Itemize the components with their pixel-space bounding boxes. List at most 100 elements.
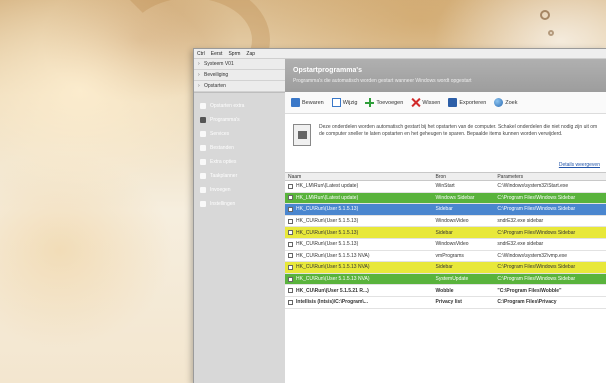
row-name: HK_CU\Run\(User 5.1.5.13 NVA) <box>296 252 370 259</box>
row-name: HK_CU\Run\(User 5.1.5.13) <box>296 229 359 236</box>
search-web-button[interactable]: Zoek <box>494 98 517 107</box>
row-checkbox[interactable] <box>288 206 293 212</box>
delete-button[interactable]: Wissen <box>411 98 440 107</box>
row-checkbox[interactable] <box>288 230 293 236</box>
row-checkbox[interactable] <box>288 183 293 189</box>
menu-item-help[interactable]: Zap <box>246 51 255 57</box>
row-checkbox[interactable] <box>288 218 293 224</box>
row-checkbox[interactable] <box>288 195 293 201</box>
info-section: Deze onderdelen worden automatisch gesta… <box>285 114 606 172</box>
sidebar-item-task-scheduler[interactable]: Taakplanner <box>194 169 285 183</box>
export-button[interactable]: Exporteren <box>448 98 486 107</box>
row-checkbox[interactable] <box>288 276 293 282</box>
sidebar-nav-security[interactable]: › Beveiliging <box>194 70 285 81</box>
row-checkbox[interactable] <box>288 241 293 247</box>
details-link[interactable]: Details weergeven <box>559 162 600 168</box>
row-source: WindowsVideo <box>435 241 469 248</box>
row-name: HK_LM\Run\(Latest update) <box>296 194 359 201</box>
background-ring-small <box>548 30 554 36</box>
table-row[interactable]: HK_CU\Run\(User 5.1.5.13) WindowsVideo snd… <box>285 216 606 228</box>
row-parameters: C:\Program Files\Privacy <box>497 299 557 306</box>
toolbar: Bewaren Wijzig Toevoegen Wissen Exporter… <box>285 92 606 114</box>
sidebar-item-startup-extra[interactable]: Opstarten extra <box>194 99 285 113</box>
settings-icon <box>200 201 206 207</box>
table-row[interactable]: Intellisis (Intsis)\C:\Program\... Privac… <box>285 297 606 309</box>
row-name-cell: HK_CU\Run\(User 5.1.5.13) <box>285 206 433 212</box>
files-icon <box>200 145 206 151</box>
row-name-cell: HK_CU\Run\(User 5.1.5.13 NVA) <box>285 276 433 282</box>
table-row[interactable]: HK_CU\Run\(User 5.1.5.13 NVA) vmPrograms C… <box>285 251 606 263</box>
plus-icon <box>365 98 375 107</box>
edit-button[interactable]: Wijzig <box>331 98 358 107</box>
row-source: Sidebar <box>435 264 453 271</box>
row-name: HK_LM\Run\(Latest update) <box>296 183 359 190</box>
row-name-cell: HK_CU\Run\(User 5.1.5.21 R...) <box>285 288 433 294</box>
export-icon <box>448 98 458 107</box>
table-row[interactable]: HK_CU\Run\(User 5.1.5.21 R...) Wobble "C:\… <box>285 285 606 297</box>
row-checkbox[interactable] <box>288 253 293 259</box>
scheduler-icon <box>200 173 206 179</box>
row-source: Sidebar <box>435 206 453 213</box>
sidebar-item-insert[interactable]: Invoegen <box>194 183 285 197</box>
row-source: WindowsVideo <box>435 218 469 225</box>
table-row[interactable]: HK_CU\Run\(User 5.1.5.13 NVA) SystemUpdat… <box>285 273 606 286</box>
startup-icon <box>200 103 206 109</box>
sidebar-item-services[interactable]: Services <box>194 127 285 141</box>
sidebar-item-label: Bestanden <box>210 145 234 151</box>
table-row[interactable]: HK_CU\Run\(User 5.1.5.13) WindowsVideo snd… <box>285 239 606 251</box>
services-icon <box>200 131 206 137</box>
column-header-source[interactable]: Bron <box>433 174 495 180</box>
sidebar-item-label: Services <box>210 131 230 137</box>
save-button[interactable]: Bewaren <box>291 98 324 107</box>
add-button[interactable]: Toevoegen <box>365 98 403 107</box>
row-name: Intellisis (Intsis)\C:\Program\... <box>296 299 368 306</box>
sidebar-nav-label: Opstarten <box>204 83 226 89</box>
row-source: vmPrograms <box>435 252 464 259</box>
programs-icon <box>200 117 206 123</box>
options-icon <box>200 159 206 165</box>
table-row[interactable]: HK_CU\Run\(User 5.1.5.13) Sidebar C:\Progr… <box>285 204 606 216</box>
row-parameters: C:\Program Files\Windows Sidebar <box>497 264 576 271</box>
page-title: Opstartprogramma's <box>293 67 362 74</box>
row-parameters: C:\Program Files\Windows Sidebar <box>497 229 576 236</box>
delete-icon <box>411 98 420 107</box>
row-checkbox[interactable] <box>288 288 293 294</box>
menu-item-edit[interactable]: Eerst <box>211 51 223 57</box>
sidebar-nav-startup[interactable]: › Opstarten <box>194 81 285 92</box>
sidebar-item-settings[interactable]: Instellingen <box>194 197 285 211</box>
column-header-parameters[interactable]: Parameters <box>494 174 606 180</box>
search-web-button-label: Zoek <box>505 99 518 106</box>
sidebar-nav-system[interactable]: › Systeem V01 <box>194 59 285 70</box>
table-row[interactable]: HK_CU\Run\(User 5.1.5.13) Sidebar C:\Progr… <box>285 227 606 239</box>
sidebar-item-files[interactable]: Bestanden <box>194 141 285 155</box>
row-name-cell: HK_CU\Run\(User 5.1.5.13) <box>285 230 433 236</box>
sidebar-item-extra-options[interactable]: Extra opties <box>194 155 285 169</box>
startup-table: Naam Bron Parameters HK_LM\Run\(Latest u… <box>285 172 606 309</box>
row-parameters: C:\Windows\system32\Start.exe <box>497 183 569 190</box>
sidebar-nav-label: Systeem V01 <box>204 61 234 67</box>
row-source: SystemUpdate <box>435 276 469 283</box>
row-checkbox[interactable] <box>288 264 293 270</box>
table-row[interactable]: HK_LM\Run\(Latest update) Windows Sidebar… <box>285 192 606 205</box>
sidebar-list: Opstarten extra Programma's Services Bes… <box>194 93 285 211</box>
row-name-cell: HK_CU\Run\(User 5.1.5.13) <box>285 218 433 224</box>
menu-item-options[interactable]: Sprm <box>228 51 240 57</box>
menu-item-file[interactable]: Ctrl <box>197 51 205 57</box>
edit-icon <box>331 98 341 107</box>
column-header-name[interactable]: Naam <box>285 174 433 180</box>
row-source: Privacy list <box>435 299 462 306</box>
info-text: Deze onderdelen worden automatisch gesta… <box>318 124 598 137</box>
table-row[interactable]: HK_LM\Run\(Latest update) WinStart C:\Wind… <box>285 181 606 193</box>
row-parameters: C:\Windows\system32\vmp.exe <box>497 252 568 259</box>
export-button-label: Exporteren <box>459 99 487 106</box>
background-ring <box>540 10 550 20</box>
row-name-cell: HK_LM\Run\(Latest update) <box>285 195 433 201</box>
row-name-cell: Intellisis (Intsis)\C:\Program\... <box>285 299 433 305</box>
edit-button-label: Wijzig <box>342 99 358 106</box>
row-checkbox[interactable] <box>288 299 293 305</box>
table-row[interactable]: HK_CU\Run\(User 5.1.5.13 NVA) Sidebar C:\P… <box>285 262 606 274</box>
sidebar-nav-label: Beveiliging <box>204 72 229 78</box>
sidebar-item-programs[interactable]: Programma's <box>194 113 285 127</box>
insert-icon <box>200 187 206 193</box>
row-name-cell: HK_CU\Run\(User 5.1.5.13) <box>285 241 433 247</box>
